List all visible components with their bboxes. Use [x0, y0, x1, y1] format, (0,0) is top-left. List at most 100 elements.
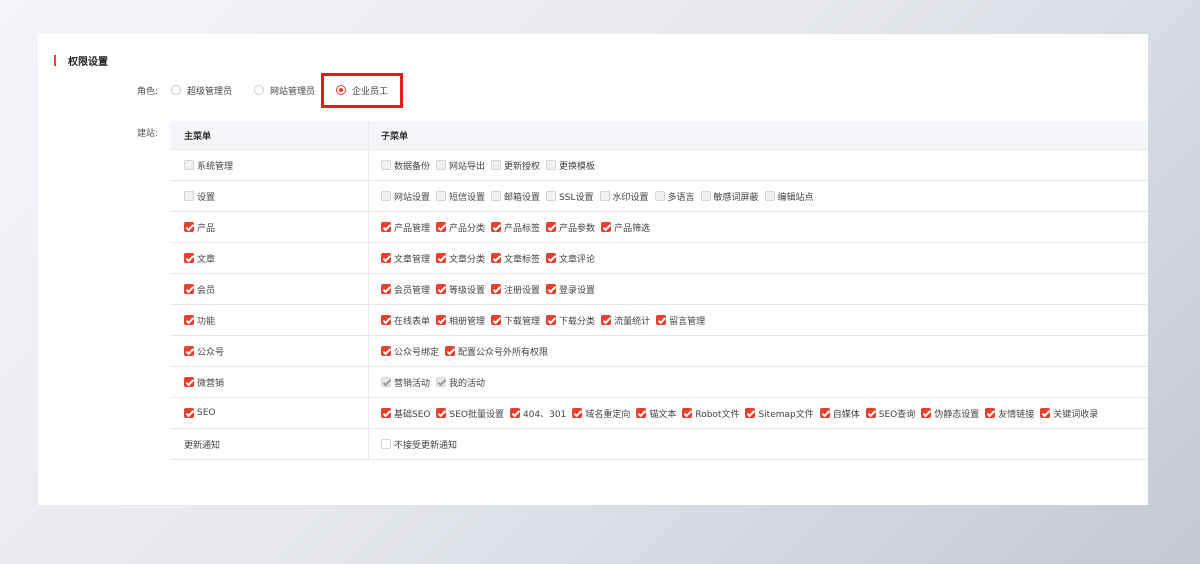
sub-menu-checkbox[interactable]: 文章分类	[436, 252, 485, 265]
checkbox-icon[interactable]	[599, 191, 610, 201]
checkbox-icon[interactable]	[764, 191, 775, 201]
sub-menu-checkbox[interactable]: 短信设置	[436, 190, 485, 203]
main-menu-checkbox[interactable]: 设置	[184, 190, 215, 203]
sub-menu-checkbox[interactable]: 网站设置	[381, 190, 430, 203]
checkbox-icon[interactable]	[546, 284, 557, 294]
sub-menu-checkbox[interactable]: 文章管理	[381, 252, 430, 265]
sub-menu-checkbox[interactable]: 相册管理	[436, 314, 485, 327]
main-menu-checkbox[interactable]: 文章	[184, 252, 215, 265]
checkbox-icon[interactable]	[491, 315, 502, 325]
sub-menu-checkbox[interactable]: 更新授权	[491, 159, 540, 172]
sub-menu-checkbox[interactable]: SSL设置	[546, 190, 594, 203]
checkbox-icon[interactable]	[381, 408, 391, 418]
checkbox-icon[interactable]	[184, 160, 194, 170]
checkbox-icon[interactable]	[381, 377, 391, 387]
sub-menu-checkbox[interactable]: 产品参数	[546, 221, 595, 234]
sub-menu-checkbox[interactable]: 营销活动	[381, 376, 430, 389]
checkbox-icon[interactable]	[436, 284, 447, 294]
checkbox-icon[interactable]	[819, 408, 830, 418]
checkbox-icon[interactable]	[184, 315, 194, 325]
checkbox-icon[interactable]	[601, 315, 612, 325]
checkbox-icon[interactable]	[921, 408, 932, 418]
main-menu-checkbox[interactable]: 系统管理	[184, 159, 233, 172]
sub-menu-checkbox[interactable]: Sitemap文件	[745, 407, 814, 420]
checkbox-icon[interactable]	[184, 408, 194, 418]
sub-menu-checkbox[interactable]: 基础SEO	[381, 407, 430, 420]
checkbox-icon[interactable]	[436, 160, 447, 170]
sub-menu-checkbox[interactable]: 产品管理	[381, 221, 430, 234]
checkbox-icon[interactable]	[546, 253, 557, 263]
checkbox-icon[interactable]	[682, 408, 693, 418]
checkbox-icon[interactable]	[436, 191, 447, 201]
checkbox-icon[interactable]	[184, 191, 194, 201]
main-menu-checkbox[interactable]: SEO	[184, 408, 215, 418]
checkbox-icon[interactable]	[184, 284, 194, 294]
sub-menu-checkbox[interactable]: 会员管理	[381, 283, 430, 296]
sub-menu-checkbox[interactable]: 友情链接	[985, 407, 1034, 420]
checkbox-icon[interactable]	[381, 253, 391, 263]
checkbox-icon[interactable]	[184, 377, 194, 387]
checkbox-icon[interactable]	[381, 346, 391, 356]
sub-menu-checkbox[interactable]: 产品分类	[436, 221, 485, 234]
checkbox-icon[interactable]	[436, 315, 447, 325]
sub-menu-checkbox[interactable]: SEO批量设置	[436, 407, 504, 420]
sub-menu-checkbox[interactable]: SEO查询	[865, 407, 915, 420]
sub-menu-checkbox[interactable]: 敏感词屏蔽	[700, 190, 759, 203]
sub-menu-checkbox[interactable]: 更换模板	[546, 159, 595, 172]
checkbox-icon[interactable]	[865, 408, 876, 418]
sub-menu-checkbox[interactable]: 邮箱设置	[491, 190, 540, 203]
checkbox-icon[interactable]	[381, 160, 391, 170]
checkbox-icon[interactable]	[546, 222, 557, 232]
sub-menu-checkbox[interactable]: 文章标签	[491, 252, 540, 265]
checkbox-icon[interactable]	[184, 253, 194, 263]
radio-selected-icon[interactable]	[336, 85, 347, 95]
sub-menu-checkbox[interactable]: 伪静态设置	[921, 407, 979, 420]
sub-menu-checkbox[interactable]: 文章评论	[546, 252, 595, 265]
sub-menu-checkbox[interactable]: 404、301	[509, 407, 566, 420]
checkbox-icon[interactable]	[1040, 408, 1051, 418]
checkbox-icon[interactable]	[436, 253, 447, 263]
radio-icon[interactable]	[171, 85, 181, 95]
role-option-employee[interactable]: 企业员工	[321, 72, 404, 108]
checkbox-icon[interactable]	[546, 191, 557, 201]
checkbox-icon[interactable]	[546, 315, 557, 325]
checkbox-icon[interactable]	[601, 222, 612, 232]
checkbox-icon[interactable]	[491, 284, 502, 294]
checkbox-icon[interactable]	[381, 222, 391, 232]
checkbox-icon[interactable]	[700, 191, 711, 201]
sub-menu-checkbox[interactable]: 锚文本	[636, 407, 676, 420]
checkbox-icon[interactable]	[381, 284, 391, 294]
radio-icon[interactable]	[254, 85, 265, 95]
sub-menu-checkbox[interactable]: 产品筛选	[601, 221, 650, 234]
sub-menu-checkbox[interactable]: 水印设置	[599, 190, 649, 203]
main-menu-checkbox[interactable]: 微营销	[184, 376, 224, 389]
sub-menu-checkbox[interactable]: 流量统计	[601, 314, 650, 327]
sub-menu-checkbox[interactable]: 留言管理	[656, 314, 705, 327]
checkbox-icon[interactable]	[985, 408, 996, 418]
sub-menu-checkbox[interactable]: 关键词收录	[1040, 407, 1098, 420]
checkbox-icon[interactable]	[436, 408, 447, 418]
checkbox-icon[interactable]	[546, 160, 557, 170]
checkbox-icon[interactable]	[654, 191, 665, 201]
checkbox-icon[interactable]	[745, 408, 756, 418]
checkbox-icon[interactable]	[445, 346, 456, 356]
sub-menu-checkbox[interactable]: 不接受更新通知	[381, 438, 457, 451]
sub-menu-checkbox[interactable]: 域名重定向	[572, 407, 630, 420]
main-menu-checkbox[interactable]: 公众号	[184, 345, 224, 358]
checkbox-icon[interactable]	[381, 439, 391, 449]
sub-menu-checkbox[interactable]: 公众号绑定	[381, 345, 439, 358]
sub-menu-checkbox[interactable]: 产品标签	[491, 221, 540, 234]
sub-menu-checkbox[interactable]: 下载管理	[491, 314, 540, 327]
sub-menu-checkbox[interactable]: 在线表单	[381, 314, 430, 327]
main-menu-checkbox[interactable]: 会员	[184, 283, 215, 296]
sub-menu-checkbox[interactable]: 我的活动	[436, 376, 485, 389]
checkbox-icon[interactable]	[491, 253, 502, 263]
sub-menu-checkbox[interactable]: 注册设置	[491, 283, 540, 296]
sub-menu-checkbox[interactable]: 网站导出	[436, 159, 485, 172]
sub-menu-checkbox[interactable]: 数据备份	[381, 159, 430, 172]
checkbox-icon[interactable]	[184, 222, 194, 232]
sub-menu-checkbox[interactable]: 多语言	[654, 190, 695, 203]
checkbox-icon[interactable]	[509, 408, 520, 418]
sub-menu-checkbox[interactable]: 登录设置	[546, 283, 595, 296]
checkbox-icon[interactable]	[381, 191, 391, 201]
